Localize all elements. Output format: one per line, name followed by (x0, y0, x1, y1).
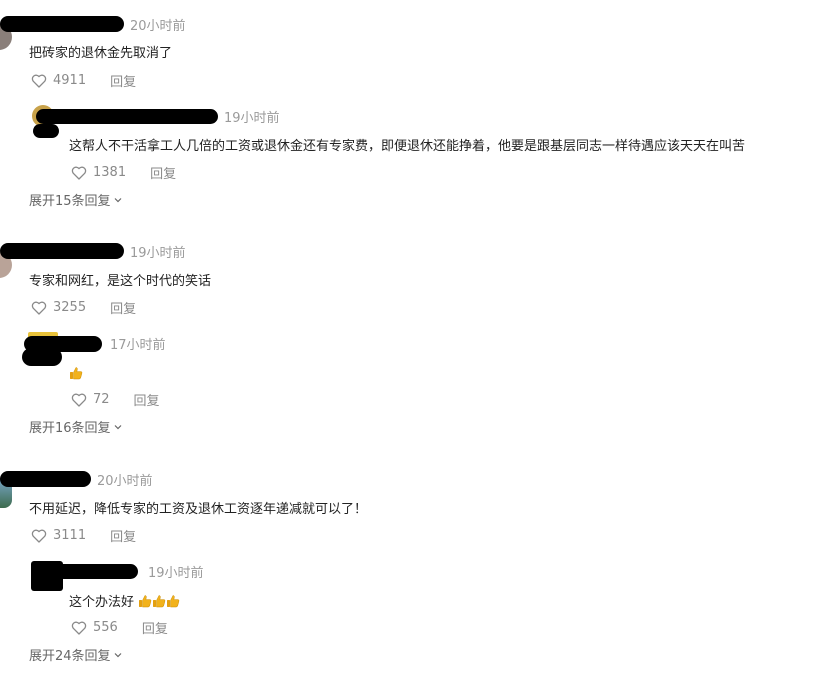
heart-outline-icon[interactable] (71, 165, 87, 181)
expand-replies-label: 展开16条回复 (29, 421, 111, 436)
expand-replies-link[interactable]: 展开24条回复 (29, 645, 123, 664)
comment-text: 不用延迟，降低专家的工资及退休工资逐年递减就可以了！ (29, 502, 368, 517)
reply-button[interactable]: 回复 (150, 163, 176, 182)
comment-time: 19小时前 (130, 246, 186, 261)
chevron-down-icon (113, 422, 123, 432)
like-count: 3111 (53, 528, 87, 543)
thumbs-up-emoji (69, 363, 83, 382)
reply-actions: 1381 回复 (71, 163, 176, 182)
heart-outline-icon[interactable] (71, 620, 87, 636)
redacted-avatar-cover (33, 124, 59, 138)
reply-text: 这帮人不干活拿工人几倍的工资或退休金还有专家费，即便退休还能挣着，他要是跟基层同… (69, 139, 746, 154)
thumbs-up-emoji (139, 595, 152, 608)
redacted-username (36, 109, 218, 124)
comment-actions: 3111 回复 (31, 526, 136, 545)
like-count: 4911 (53, 73, 87, 88)
heart-outline-icon[interactable] (31, 528, 47, 544)
comment-time: 20小时前 (130, 19, 186, 34)
like-count: 72 (93, 392, 110, 407)
redacted-username (0, 471, 91, 487)
heart-outline-icon[interactable] (31, 300, 47, 316)
reply-button[interactable]: 回复 (110, 71, 136, 90)
reply-text: 这个办法好 (69, 595, 135, 610)
comment-text: 把砖家的退休金先取消了 (29, 46, 173, 61)
comment-actions: 4911 回复 (31, 71, 136, 90)
reply-actions: 556 回复 (71, 618, 168, 637)
heart-outline-icon[interactable] (71, 392, 87, 408)
expand-replies-link[interactable]: 展开16条回复 (29, 417, 123, 436)
like-count: 1381 (93, 165, 127, 180)
thumbs-up-emoji (153, 595, 166, 608)
reply-text-line: 这个办法好 (69, 591, 180, 610)
comment-time: 20小时前 (97, 474, 153, 489)
chevron-down-icon (113, 650, 123, 660)
expand-replies-link[interactable]: 展开15条回复 (29, 190, 123, 209)
reply-time: 17小时前 (110, 338, 166, 353)
comment-text: 专家和网红，是这个时代的笑话 (29, 274, 212, 289)
reply-actions: 72 回复 (71, 390, 160, 409)
reply-button[interactable]: 回复 (142, 618, 168, 637)
expand-replies-label: 展开24条回复 (29, 649, 111, 664)
heart-outline-icon[interactable] (31, 73, 47, 89)
reply-button[interactable]: 回复 (110, 298, 136, 317)
redacted-username (0, 243, 124, 259)
reply-button[interactable]: 回复 (110, 526, 136, 545)
reply-button[interactable]: 回复 (134, 390, 160, 409)
reply-time: 19小时前 (224, 111, 280, 126)
thumbs-up-emoji (167, 595, 180, 608)
like-count: 556 (93, 620, 118, 635)
expand-replies-label: 展开15条回复 (29, 194, 111, 209)
reply-time: 19小时前 (148, 566, 204, 581)
redacted-username (56, 564, 138, 579)
redacted-username (0, 16, 124, 32)
comment-actions: 3255 回复 (31, 298, 136, 317)
like-count: 3255 (53, 300, 87, 315)
chevron-down-icon (113, 195, 123, 205)
redacted-avatar-cover (22, 348, 62, 366)
